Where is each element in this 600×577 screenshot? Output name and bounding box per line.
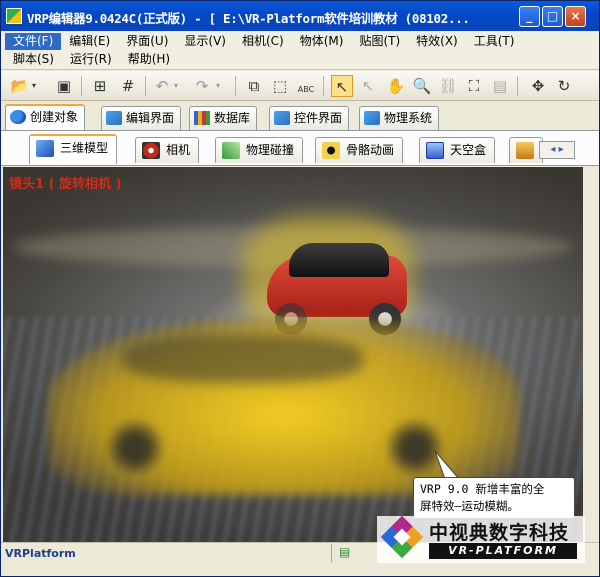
callout-line-1: VRP 9.0 新增丰富的全 bbox=[420, 482, 545, 496]
copy-icon[interactable]: ⧉ bbox=[243, 75, 265, 97]
sub-tab-strip: 三维模型 相机 物理碰撞 骨骼动画 天空盒 ◂ ▸ bbox=[1, 130, 599, 166]
tab-label: 编辑界面 bbox=[126, 111, 175, 125]
tab-label: 控件界面 bbox=[294, 111, 343, 125]
tab-physics-system[interactable]: 物理系统 bbox=[359, 106, 440, 130]
menu-row-1: 文件(F) 编辑(E) 界面(U) 显示(V) 相机(C) 物体(M) 贴图(T… bbox=[5, 33, 522, 50]
toolbar-separator bbox=[517, 76, 518, 96]
status-text: VRPlatform bbox=[5, 547, 76, 560]
menu-row-2: 脚本(S) 运行(R) 帮助(H) bbox=[5, 51, 178, 68]
toolbar-separator bbox=[145, 76, 146, 96]
menu-effects[interactable]: 特效(X) bbox=[408, 33, 466, 50]
zoom-icon[interactable]: 🔍 bbox=[411, 75, 433, 97]
tab-label: 三维模型 bbox=[60, 141, 109, 155]
tab-control-ui[interactable]: 控件界面 bbox=[269, 106, 350, 130]
collision-icon bbox=[222, 142, 240, 159]
tab-label: 相机 bbox=[166, 143, 191, 157]
pointer-icon[interactable]: ↖ bbox=[331, 75, 353, 97]
database-icon bbox=[194, 111, 210, 125]
frame-icon[interactable]: ▤ bbox=[489, 75, 511, 97]
undo-dropdown-icon[interactable]: ▾ bbox=[171, 75, 181, 97]
logo-english-text: VR-PLATFORM bbox=[429, 543, 577, 559]
hand-icon[interactable]: ✋ bbox=[385, 75, 407, 97]
create-object-icon bbox=[10, 110, 26, 124]
move-icon[interactable]: ✥ bbox=[527, 75, 549, 97]
vr-platform-logo: 中视典数字科技 VR-PLATFORM bbox=[377, 515, 585, 563]
main-tab-strip: 创建对象 编辑界面 数据库 控件界面 物理系统 bbox=[1, 102, 599, 131]
tab-create-object[interactable]: 创建对象 bbox=[5, 104, 86, 131]
grid-icon[interactable]: ⊞ bbox=[89, 75, 111, 97]
open-folder-icon[interactable]: 📂 bbox=[9, 75, 31, 97]
tab-scroll-arrows[interactable]: ◂ ▸ bbox=[539, 141, 575, 159]
menu-edit[interactable]: 编辑(E) bbox=[61, 33, 118, 50]
undo-icon[interactable]: ↶ bbox=[151, 75, 173, 97]
landscape-icon bbox=[516, 142, 534, 159]
yellow-car-wheel bbox=[103, 417, 167, 479]
fit-icon[interactable]: ⛶ bbox=[463, 75, 485, 97]
edit-ui-icon bbox=[106, 111, 122, 125]
control-ui-icon bbox=[274, 111, 290, 125]
skeleton-anim-icon bbox=[322, 142, 340, 159]
menu-run[interactable]: 运行(R) bbox=[62, 51, 120, 68]
toolbar-separator bbox=[81, 76, 82, 96]
tab-database[interactable]: 数据库 bbox=[189, 106, 258, 130]
yellow-car-window bbox=[123, 335, 363, 383]
camera-icon bbox=[142, 142, 160, 159]
menu-bar: 文件(F) 编辑(E) 界面(U) 显示(V) 相机(C) 物体(M) 贴图(T… bbox=[1, 32, 599, 70]
window-title: VRP编辑器9.0424C(正式版) - [ E:\VR-Platform软件培… bbox=[27, 11, 470, 26]
menu-help[interactable]: 帮助(H) bbox=[120, 51, 178, 68]
minimize-button[interactable]: _ bbox=[519, 6, 540, 27]
redo-dropdown-icon[interactable]: ▾ bbox=[213, 75, 223, 97]
callout-line-2: 屏特效—运动模糊。 bbox=[420, 499, 519, 513]
save-icon[interactable]: ▣ bbox=[53, 75, 75, 97]
logo-mark-icon bbox=[380, 515, 424, 559]
skybox-icon bbox=[426, 142, 444, 159]
menu-object[interactable]: 物体(M) bbox=[292, 33, 352, 50]
menu-camera[interactable]: 相机(C) bbox=[234, 33, 292, 50]
menu-display[interactable]: 显示(V) bbox=[176, 33, 234, 50]
hash-grid-icon[interactable]: # bbox=[117, 75, 139, 97]
menu-interface[interactable]: 界面(U) bbox=[118, 33, 176, 50]
pointer-plus-icon[interactable]: ↖ bbox=[357, 75, 379, 97]
toolbar-separator bbox=[323, 76, 324, 96]
cube-model-icon bbox=[36, 140, 54, 157]
close-button[interactable]: × bbox=[565, 6, 586, 27]
toolbar: 📂 ▾ ▣ ⊞ # ↶ ▾ ↷ ▾ ⧉ ⬚ ABC ↖ ↖ ✋ 🔍 ⛓ ⛶ ▤ … bbox=[1, 71, 599, 101]
status-pane-divider bbox=[331, 544, 332, 562]
title-bar[interactable]: VRP编辑器9.0424C(正式版) - [ E:\VR-Platform软件培… bbox=[1, 1, 599, 31]
toolbar-separator bbox=[235, 76, 236, 96]
link-icon[interactable]: ⛓ bbox=[437, 75, 459, 97]
menu-texture[interactable]: 贴图(T) bbox=[351, 33, 408, 50]
app-window: VRP编辑器9.0424C(正式版) - [ E:\VR-Platform软件培… bbox=[0, 0, 600, 577]
camera-label: 镜头1 ( 旋转相机 ) bbox=[9, 177, 122, 192]
select-box-icon[interactable]: ⬚ bbox=[269, 75, 291, 97]
redo-icon[interactable]: ↷ bbox=[191, 75, 213, 97]
menu-tools[interactable]: 工具(T) bbox=[466, 33, 523, 50]
menu-script[interactable]: 脚本(S) bbox=[5, 51, 62, 68]
menu-file[interactable]: 文件(F) bbox=[5, 33, 62, 50]
maximize-button[interactable]: □ bbox=[542, 6, 563, 27]
tab-label: 数据库 bbox=[214, 111, 251, 125]
tab-label: 骨骼动画 bbox=[346, 143, 395, 157]
tab-3d-model[interactable]: 三维模型 bbox=[29, 134, 118, 164]
tab-label: 天空盒 bbox=[450, 143, 487, 157]
tab-landscape[interactable] bbox=[509, 137, 543, 163]
tab-label: 物理碰撞 bbox=[246, 143, 295, 157]
feature-callout: VRP 9.0 新增丰富的全 屏特效—运动模糊。 bbox=[413, 477, 575, 519]
tab-physics-collision[interactable]: 物理碰撞 bbox=[215, 137, 304, 163]
app-logo-icon bbox=[6, 8, 22, 24]
physics-system-icon bbox=[364, 111, 380, 125]
tab-skeleton-animation[interactable]: 骨骼动画 bbox=[315, 137, 404, 163]
tab-edit-ui[interactable]: 编辑界面 bbox=[101, 106, 182, 130]
tab-skybox[interactable]: 天空盒 bbox=[419, 137, 496, 163]
open-dropdown-icon[interactable]: ▾ bbox=[29, 75, 39, 97]
logo-chinese-text: 中视典数字科技 bbox=[429, 522, 570, 544]
rotate-icon[interactable]: ↻ bbox=[553, 75, 575, 97]
status-grid-icon: ▤ bbox=[339, 545, 351, 559]
tab-label: 创建对象 bbox=[30, 110, 79, 124]
red-car-window bbox=[289, 243, 389, 277]
tab-camera[interactable]: 相机 bbox=[135, 137, 200, 163]
select-abc-icon[interactable]: ABC bbox=[295, 75, 317, 97]
tab-label: 物理系统 bbox=[384, 111, 433, 125]
